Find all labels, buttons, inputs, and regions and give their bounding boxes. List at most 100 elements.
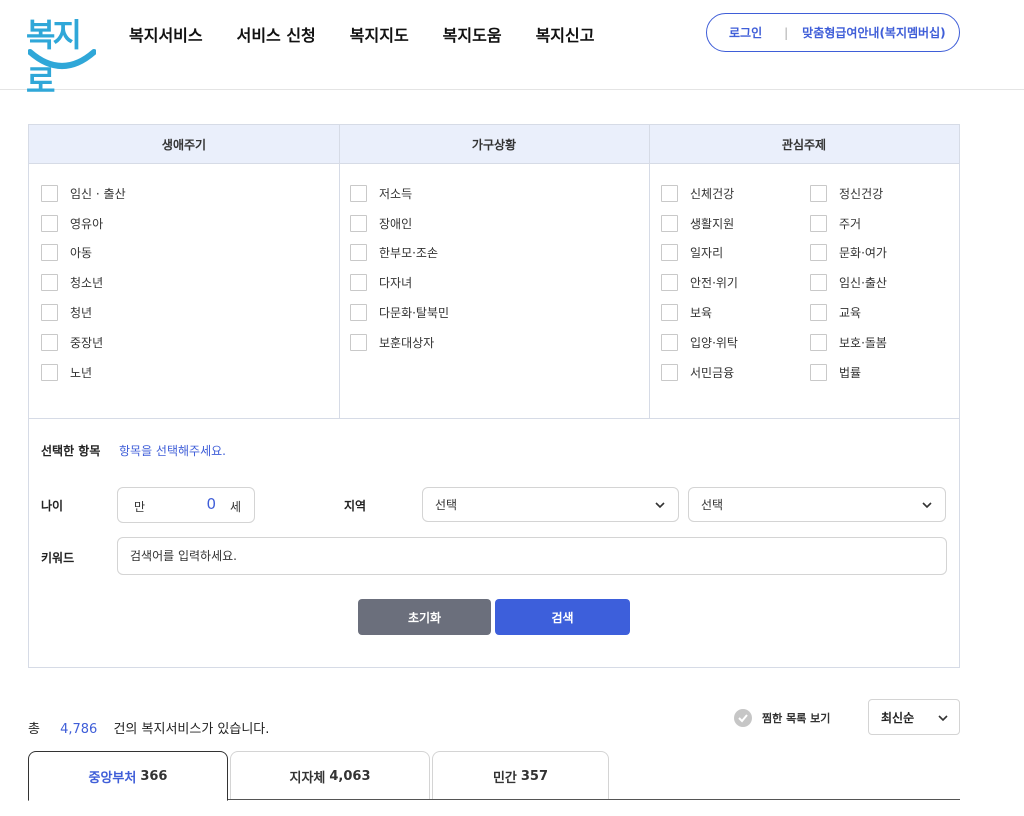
checkbox-pregnancy-birth[interactable]: 임신 · 출산 bbox=[41, 185, 126, 202]
checkbox[interactable] bbox=[350, 185, 367, 202]
membership-guide-link[interactable]: 맞춤형급여안내(복지멤버십) bbox=[802, 24, 945, 41]
checkbox-adoption[interactable]: 입양·위탁 bbox=[661, 334, 738, 351]
checkbox-child[interactable]: 아동 bbox=[41, 244, 92, 261]
checkbox-low-income[interactable]: 저소득 bbox=[350, 185, 412, 202]
checkbox[interactable] bbox=[41, 215, 58, 232]
checkbox-safety-crisis[interactable]: 안전·위기 bbox=[661, 274, 738, 291]
checkbox[interactable] bbox=[661, 304, 678, 321]
column-divider bbox=[649, 125, 650, 418]
site-logo[interactable]: 복지로 bbox=[26, 10, 98, 100]
tab-private[interactable]: 민간 357 bbox=[432, 751, 609, 800]
checkbox-law[interactable]: 법률 bbox=[810, 364, 861, 381]
nav-welfare-services[interactable]: 복지서비스 bbox=[129, 22, 203, 46]
site-header: 복지로 복지서비스 서비스 신청 복지지도 복지도움 복지신고 로그인 | 맞춤… bbox=[0, 0, 1024, 100]
checkbox-infant[interactable]: 영유아 bbox=[41, 215, 103, 232]
logo-smile-icon bbox=[28, 49, 96, 69]
checkbox-youth[interactable]: 청년 bbox=[41, 304, 92, 321]
checkbox[interactable] bbox=[350, 334, 367, 351]
nav-welfare-report[interactable]: 복지신고 bbox=[536, 22, 595, 46]
checkbox[interactable] bbox=[41, 274, 58, 291]
checkbox[interactable] bbox=[810, 304, 827, 321]
region-select-city[interactable]: 선택 bbox=[688, 487, 946, 522]
tab-local-govt[interactable]: 지자체 4,063 bbox=[230, 751, 430, 800]
favorites-toggle[interactable]: 찜한 목록 보기 bbox=[734, 709, 830, 727]
checkbox[interactable] bbox=[41, 304, 58, 321]
checkbox-label: 다문화·탈북민 bbox=[379, 306, 450, 320]
checkbox-mental-health[interactable]: 정신건강 bbox=[810, 185, 883, 202]
checkbox-finance[interactable]: 서민금융 bbox=[661, 364, 734, 381]
checkbox-living-support[interactable]: 생활지원 bbox=[661, 215, 734, 232]
checkbox-label: 영유아 bbox=[70, 217, 104, 231]
checkbox[interactable] bbox=[350, 274, 367, 291]
checkbox-physical-health[interactable]: 신체건강 bbox=[661, 185, 734, 202]
selected-items-hint: 항목을 선택해주세요. bbox=[119, 444, 226, 458]
keyword-input[interactable] bbox=[117, 537, 947, 575]
checkbox[interactable] bbox=[661, 215, 678, 232]
checkbox-single-parent[interactable]: 한부모·조손 bbox=[350, 244, 438, 261]
checkbox-label: 중장년 bbox=[70, 336, 104, 350]
checkbox-pregnancy-birth-topic[interactable]: 임신·출산 bbox=[810, 274, 887, 291]
checkbox-label: 신체건강 bbox=[690, 187, 735, 201]
tab-central-govt[interactable]: 중앙부처 366 bbox=[28, 751, 228, 801]
checkbox-label: 입양·위탁 bbox=[690, 336, 738, 350]
checkbox[interactable] bbox=[810, 334, 827, 351]
checkbox-education[interactable]: 교육 bbox=[810, 304, 861, 321]
login-button[interactable]: 로그인 bbox=[729, 24, 762, 41]
checkbox-multi-child[interactable]: 다자녀 bbox=[350, 274, 412, 291]
tab-label: 중앙부처 bbox=[88, 770, 137, 786]
result-count: 4,786 bbox=[60, 722, 98, 737]
checkbox-jobs[interactable]: 일자리 bbox=[661, 244, 723, 261]
checkbox-childcare[interactable]: 보육 bbox=[661, 304, 712, 321]
checkbox[interactable] bbox=[350, 304, 367, 321]
tab-count: 357 bbox=[520, 768, 549, 784]
checkbox-veteran[interactable]: 보훈대상자 bbox=[350, 334, 434, 351]
checkbox[interactable] bbox=[661, 334, 678, 351]
favorites-label: 찜한 목록 보기 bbox=[762, 712, 831, 725]
checkbox[interactable] bbox=[41, 334, 58, 351]
checkbox-disabled[interactable]: 장애인 bbox=[350, 215, 412, 232]
checkbox[interactable] bbox=[41, 364, 58, 381]
divider bbox=[29, 418, 959, 419]
checkbox[interactable] bbox=[661, 185, 678, 202]
age-input[interactable]: 만 0 세 bbox=[117, 487, 255, 523]
checkbox-protection-care[interactable]: 보호·돌봄 bbox=[810, 334, 887, 351]
checkbox[interactable] bbox=[810, 215, 827, 232]
login-box: 로그인 | 맞춤형급여안내(복지멤버십) bbox=[706, 13, 960, 52]
checkbox-label: 서민금융 bbox=[690, 366, 735, 380]
checkbox[interactable] bbox=[810, 274, 827, 291]
reset-button[interactable]: 초기화 bbox=[358, 599, 491, 635]
result-count-text: 총 4,786 건의 복지서비스가 있습니다. bbox=[28, 718, 269, 737]
checkbox[interactable] bbox=[41, 244, 58, 261]
age-suffix: 세 bbox=[230, 500, 242, 514]
checkbox-elderly[interactable]: 노년 bbox=[41, 364, 92, 381]
sort-select[interactable]: 최신순 bbox=[868, 699, 960, 735]
column-divider bbox=[339, 125, 340, 418]
tab-label: 지자체 bbox=[289, 770, 326, 786]
checkbox[interactable] bbox=[41, 185, 58, 202]
checkbox[interactable] bbox=[350, 244, 367, 261]
checkbox-label: 한부모·조손 bbox=[379, 246, 439, 260]
checkbox[interactable] bbox=[810, 364, 827, 381]
checkbox[interactable] bbox=[350, 215, 367, 232]
checkbox-middle-age[interactable]: 중장년 bbox=[41, 334, 103, 351]
checkbox[interactable] bbox=[810, 244, 827, 261]
checkbox[interactable] bbox=[661, 244, 678, 261]
checkbox[interactable] bbox=[661, 274, 678, 291]
checkbox-label: 보훈대상자 bbox=[379, 336, 435, 350]
checkbox-label: 아동 bbox=[70, 246, 93, 260]
checkbox[interactable] bbox=[810, 185, 827, 202]
nav-service-apply[interactable]: 서비스 신청 bbox=[237, 22, 316, 46]
checkbox-teen[interactable]: 청소년 bbox=[41, 274, 103, 291]
checkbox[interactable] bbox=[661, 364, 678, 381]
checkbox-housing[interactable]: 주거 bbox=[810, 215, 861, 232]
nav-welfare-map[interactable]: 복지지도 bbox=[350, 22, 409, 46]
search-button[interactable]: 검색 bbox=[495, 599, 630, 635]
checkbox-culture-leisure[interactable]: 문화·여가 bbox=[810, 244, 887, 261]
main-nav: 복지서비스 서비스 신청 복지지도 복지도움 복지신고 bbox=[129, 22, 628, 46]
checkbox-label: 교육 bbox=[839, 306, 862, 320]
nav-welfare-help[interactable]: 복지도움 bbox=[443, 22, 502, 46]
checkbox-label: 보육 bbox=[690, 306, 713, 320]
age-value[interactable]: 0 bbox=[204, 495, 216, 513]
checkbox-multicultural[interactable]: 다문화·탈북민 bbox=[350, 304, 449, 321]
region-select-province[interactable]: 선택 bbox=[422, 487, 679, 522]
